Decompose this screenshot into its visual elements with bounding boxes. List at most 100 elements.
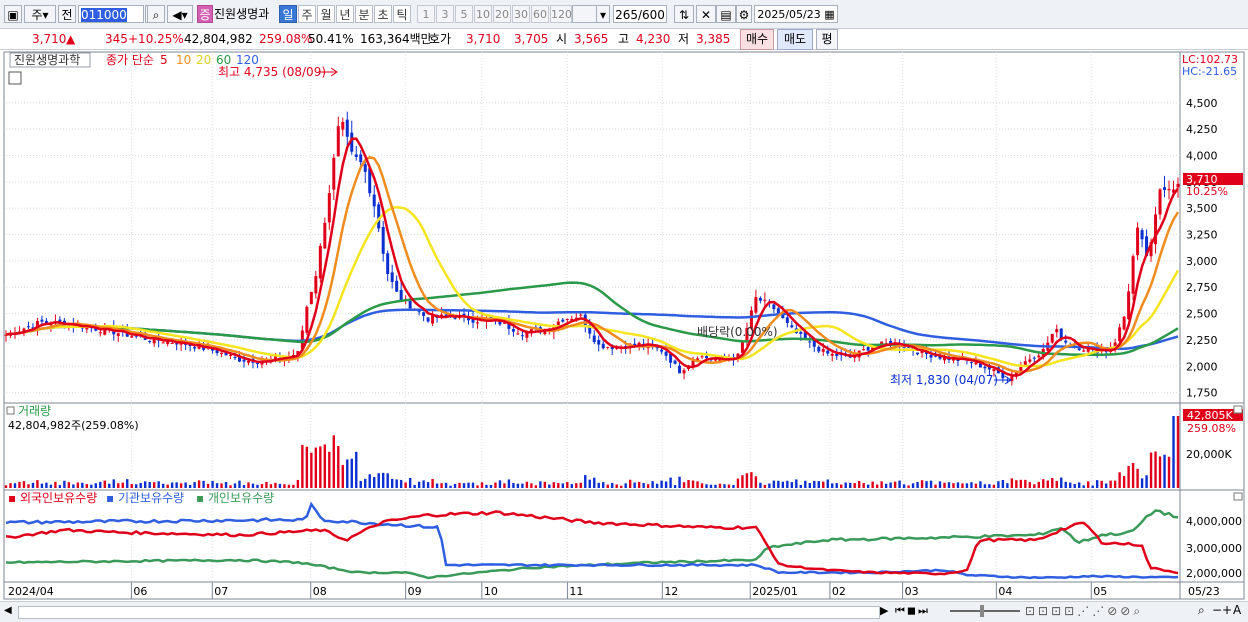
search-icon[interactable]: ⌕ [147,5,165,23]
candle-body [354,154,358,157]
volume-bar [947,482,951,488]
period-3[interactable]: 년 [336,5,354,23]
period-2[interactable]: 월 [317,5,335,23]
volume-bar [444,482,448,488]
candle-body [992,369,996,372]
volume-bar [350,458,353,488]
interval-120[interactable]: 120 [550,5,572,23]
volume-bar [983,484,987,488]
scroll-left-icon[interactable]: ◀ [4,605,16,619]
ask-label: 호가 [429,32,452,46]
scroll-right-icon[interactable]: ▶ [880,604,888,617]
gear-icon[interactable]: ⚙ [736,5,752,23]
volume-bar [220,483,223,488]
candle-body [597,340,601,345]
candle-body [754,297,758,313]
date-value: 2025/05/23 [757,8,821,21]
chart-title: 진원생명과학 [14,53,80,67]
interval-20[interactable]: 20 [493,5,511,23]
text-icon[interactable]: A [1233,603,1241,617]
chart-area[interactable]: 1,750 2,000 2,250 2,500 2,750 3,000 3,250 3,500… [0,50,1248,600]
volume-bar [63,480,66,488]
candle-body [974,362,978,365]
volume-bar [152,482,156,488]
period-0[interactable]: 일 [279,5,297,23]
volume-bar [206,483,210,488]
volume-bar [507,479,511,488]
price-tick-label: 1,750 [1186,387,1218,400]
sell-button[interactable]: 매도 [777,29,813,50]
volume-bar [238,480,241,488]
plus-icon[interactable]: + [1222,603,1232,617]
price-tick-label: 3,250 [1186,229,1218,242]
interval-1[interactable]: 1 [417,5,435,23]
volume-bar [938,481,942,488]
buy-button[interactable]: 매수 [740,29,774,50]
volume-bar [777,480,780,488]
bottom-bar: ◀ ▶ ⏮◼⏭ ⊡⊡⊡⊡⋰⋰⊘⊘⌕ ⌕ − + A [0,601,1248,622]
candle-body [148,341,152,343]
zoom-out-icon[interactable]: ⌕ [1198,603,1205,618]
candle-body [520,335,524,337]
holdings-pane-resize-icon[interactable] [1233,492,1243,501]
type-button[interactable]: 전 [58,5,76,23]
minus-icon[interactable]: − [1212,603,1222,617]
volume-bar [112,479,115,488]
volume-bar [611,482,614,488]
period-5[interactable]: 초 [374,5,392,23]
market-select[interactable]: 주▾ [24,5,56,23]
period-6[interactable]: 틱 [393,5,411,23]
crosshair-icon[interactable]: ✕ [696,5,716,23]
candle-body [1140,230,1144,240]
volume-bar [512,483,515,488]
avg-button[interactable]: 평 [816,29,838,50]
candle-body [417,311,421,313]
volume-bar [413,484,416,488]
interval-60[interactable]: 60 [531,5,549,23]
window-icon[interactable]: ▣ [4,5,22,23]
playback-controls[interactable]: ⏮◼⏭ [895,604,930,618]
interval-10[interactable]: 10 [474,5,492,23]
candle-body [386,253,390,274]
scrollbar-track[interactable] [18,606,880,619]
interval-5[interactable]: 5 [455,5,473,23]
volume-bar [485,484,488,488]
interval-30[interactable]: 30 [512,5,530,23]
interval-3[interactable]: 3 [436,5,454,23]
volume-bar [795,479,798,488]
volume-bar [736,478,740,488]
candle-body [341,122,345,130]
change-pct: +10.25% [128,32,184,46]
candle-body [817,346,821,352]
candle-body [592,335,596,343]
speaker-icon[interactable]: ◀▾ [167,5,193,23]
candle-body [26,326,30,328]
candle-body [606,346,610,348]
interval-dropdown-icon[interactable]: ▾ [596,5,610,23]
volume-bar [449,485,452,488]
volume-bar [310,452,313,488]
candle-body [309,291,313,305]
period-1[interactable]: 주 [298,5,316,23]
zoom-slider-handle[interactable] [980,605,984,617]
interval-blank[interactable] [572,5,598,23]
drawing-tools[interactable]: ⊡⊡⊡⊡⋰⋰⊘⊘⌕ [1025,604,1143,619]
volume-bar [570,484,573,488]
table-icon[interactable] [8,71,22,85]
time-label: 06 [133,585,147,598]
count-input[interactable]: 265/600 [613,5,667,23]
candle-body [601,343,605,349]
up-arrow: ▲ [66,32,76,46]
time-label: 02 [832,585,846,598]
code-input[interactable]: 011000 [78,5,144,23]
volume-bar [1082,485,1085,488]
volume-bar [929,480,933,488]
volume-bar [355,451,358,488]
zoom-slider[interactable] [950,610,1020,612]
candle-icon[interactable]: ⇅ [674,5,694,23]
save-icon[interactable]: ▤ [716,5,736,23]
period-4[interactable]: 분 [355,5,373,23]
volume-pane-resize-icon[interactable] [1233,405,1243,414]
date-input[interactable]: 2025/05/23 ▦ [754,5,838,23]
stock-badge: 증 [197,5,213,23]
